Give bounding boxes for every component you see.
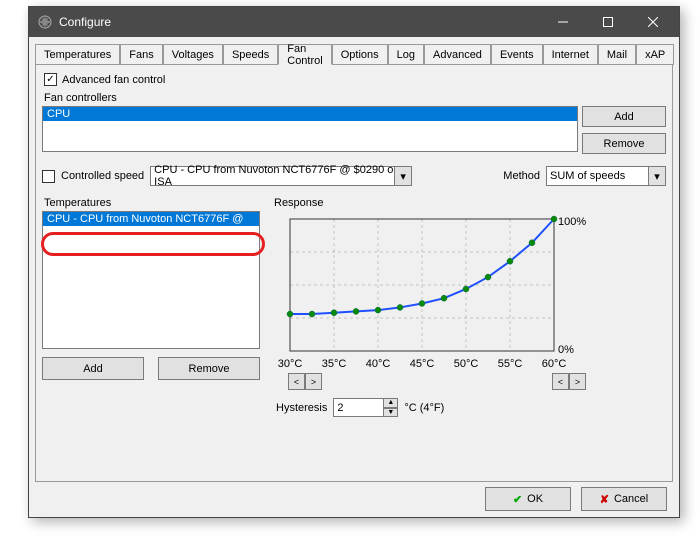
svg-text:0%: 0% [558,344,574,356]
fan-controllers-list[interactable]: CPU [42,106,578,152]
method-label: Method [503,170,540,182]
svg-text:30°C: 30°C [278,358,303,370]
app-icon [37,14,53,30]
check-icon: ✔ [513,493,522,506]
svg-text:60°C: 60°C [542,358,567,370]
tab-advanced[interactable]: Advanced [424,44,491,65]
tab-log[interactable]: Log [388,44,424,65]
tab-fan-control[interactable]: Fan Control [278,44,331,65]
svg-text:50°C: 50°C [454,358,479,370]
svg-text:40°C: 40°C [366,358,391,370]
x-icon: ✘ [600,493,609,506]
controlled-speed-label: Controlled speed [61,170,144,182]
chart-x-nav-right[interactable]: > [305,373,322,390]
window-title: Configure [59,15,540,29]
hysteresis-label: Hysteresis [276,402,327,414]
svg-text:100%: 100% [558,216,586,228]
minimize-button[interactable] [540,7,585,37]
temperature-item[interactable]: CPU - CPU from Nuvoton NCT6776F @ [43,212,259,226]
svg-text:45°C: 45°C [410,358,435,370]
configure-dialog: Configure Temperatures Fans Voltages Spe… [28,6,680,518]
controlled-speed-dropdown[interactable]: CPU - CPU from Nuvoton NCT6776F @ $0290 … [150,166,412,186]
controlled-speed-checkbox[interactable] [42,170,55,183]
temp-remove-button[interactable]: Remove [158,357,260,380]
tab-events[interactable]: Events [491,44,543,65]
fan-controllers-label: Fan controllers [44,92,666,104]
chart-x-nav-left-2[interactable]: < [552,373,569,390]
temperatures-label: Temperatures [44,197,260,209]
tab-options[interactable]: Options [332,44,388,65]
fan-remove-button[interactable]: Remove [582,133,666,154]
close-button[interactable] [630,7,675,37]
tab-speeds[interactable]: Speeds [223,44,278,65]
svg-text:55°C: 55°C [498,358,523,370]
hysteresis-suffix: °C (4°F) [404,402,444,414]
hysteresis-spinner[interactable]: ▲▼ [383,398,398,417]
svg-text:35°C: 35°C [322,358,347,370]
tab-panel: ✓ Advanced fan control Fan controllers C… [35,64,673,482]
response-chart[interactable]: 30°C 35°C 40°C 45°C 50°C 55°C 60°C 100% 0% [272,211,594,371]
tab-mail[interactable]: Mail [598,44,636,65]
tab-bar: Temperatures Fans Voltages Speeds Fan Co… [29,37,679,64]
tab-fans[interactable]: Fans [120,44,162,65]
maximize-button[interactable] [585,7,630,37]
tab-xap[interactable]: xAP [636,44,674,65]
tab-temperatures[interactable]: Temperatures [35,44,120,65]
chart-x-nav-left[interactable]: < [288,373,305,390]
list-item[interactable]: CPU [43,107,577,121]
title-bar: Configure [29,7,679,37]
chevron-down-icon: ▾ [394,167,411,185]
fan-add-button[interactable]: Add [582,106,666,127]
ok-button[interactable]: ✔ OK [485,487,571,511]
advanced-fan-control-checkbox[interactable]: ✓ [44,73,57,86]
controlled-speed-value: CPU - CPU from Nuvoton NCT6776F @ $0290 … [154,164,408,188]
advanced-fan-control-label: Advanced fan control [62,74,165,86]
chart-x-nav-right-2[interactable]: > [569,373,586,390]
tab-voltages[interactable]: Voltages [163,44,223,65]
tab-internet[interactable]: Internet [543,44,598,65]
method-dropdown[interactable]: SUM of speeds ▾ [546,166,666,186]
response-label: Response [274,197,666,209]
temp-add-button[interactable]: Add [42,357,144,380]
temperatures-list[interactable]: CPU - CPU from Nuvoton NCT6776F @ [42,211,260,349]
chevron-down-icon: ▾ [648,167,665,185]
method-value: SUM of speeds [550,170,625,182]
hysteresis-input[interactable]: 2 [333,398,383,417]
cancel-button[interactable]: ✘ Cancel [581,487,667,511]
